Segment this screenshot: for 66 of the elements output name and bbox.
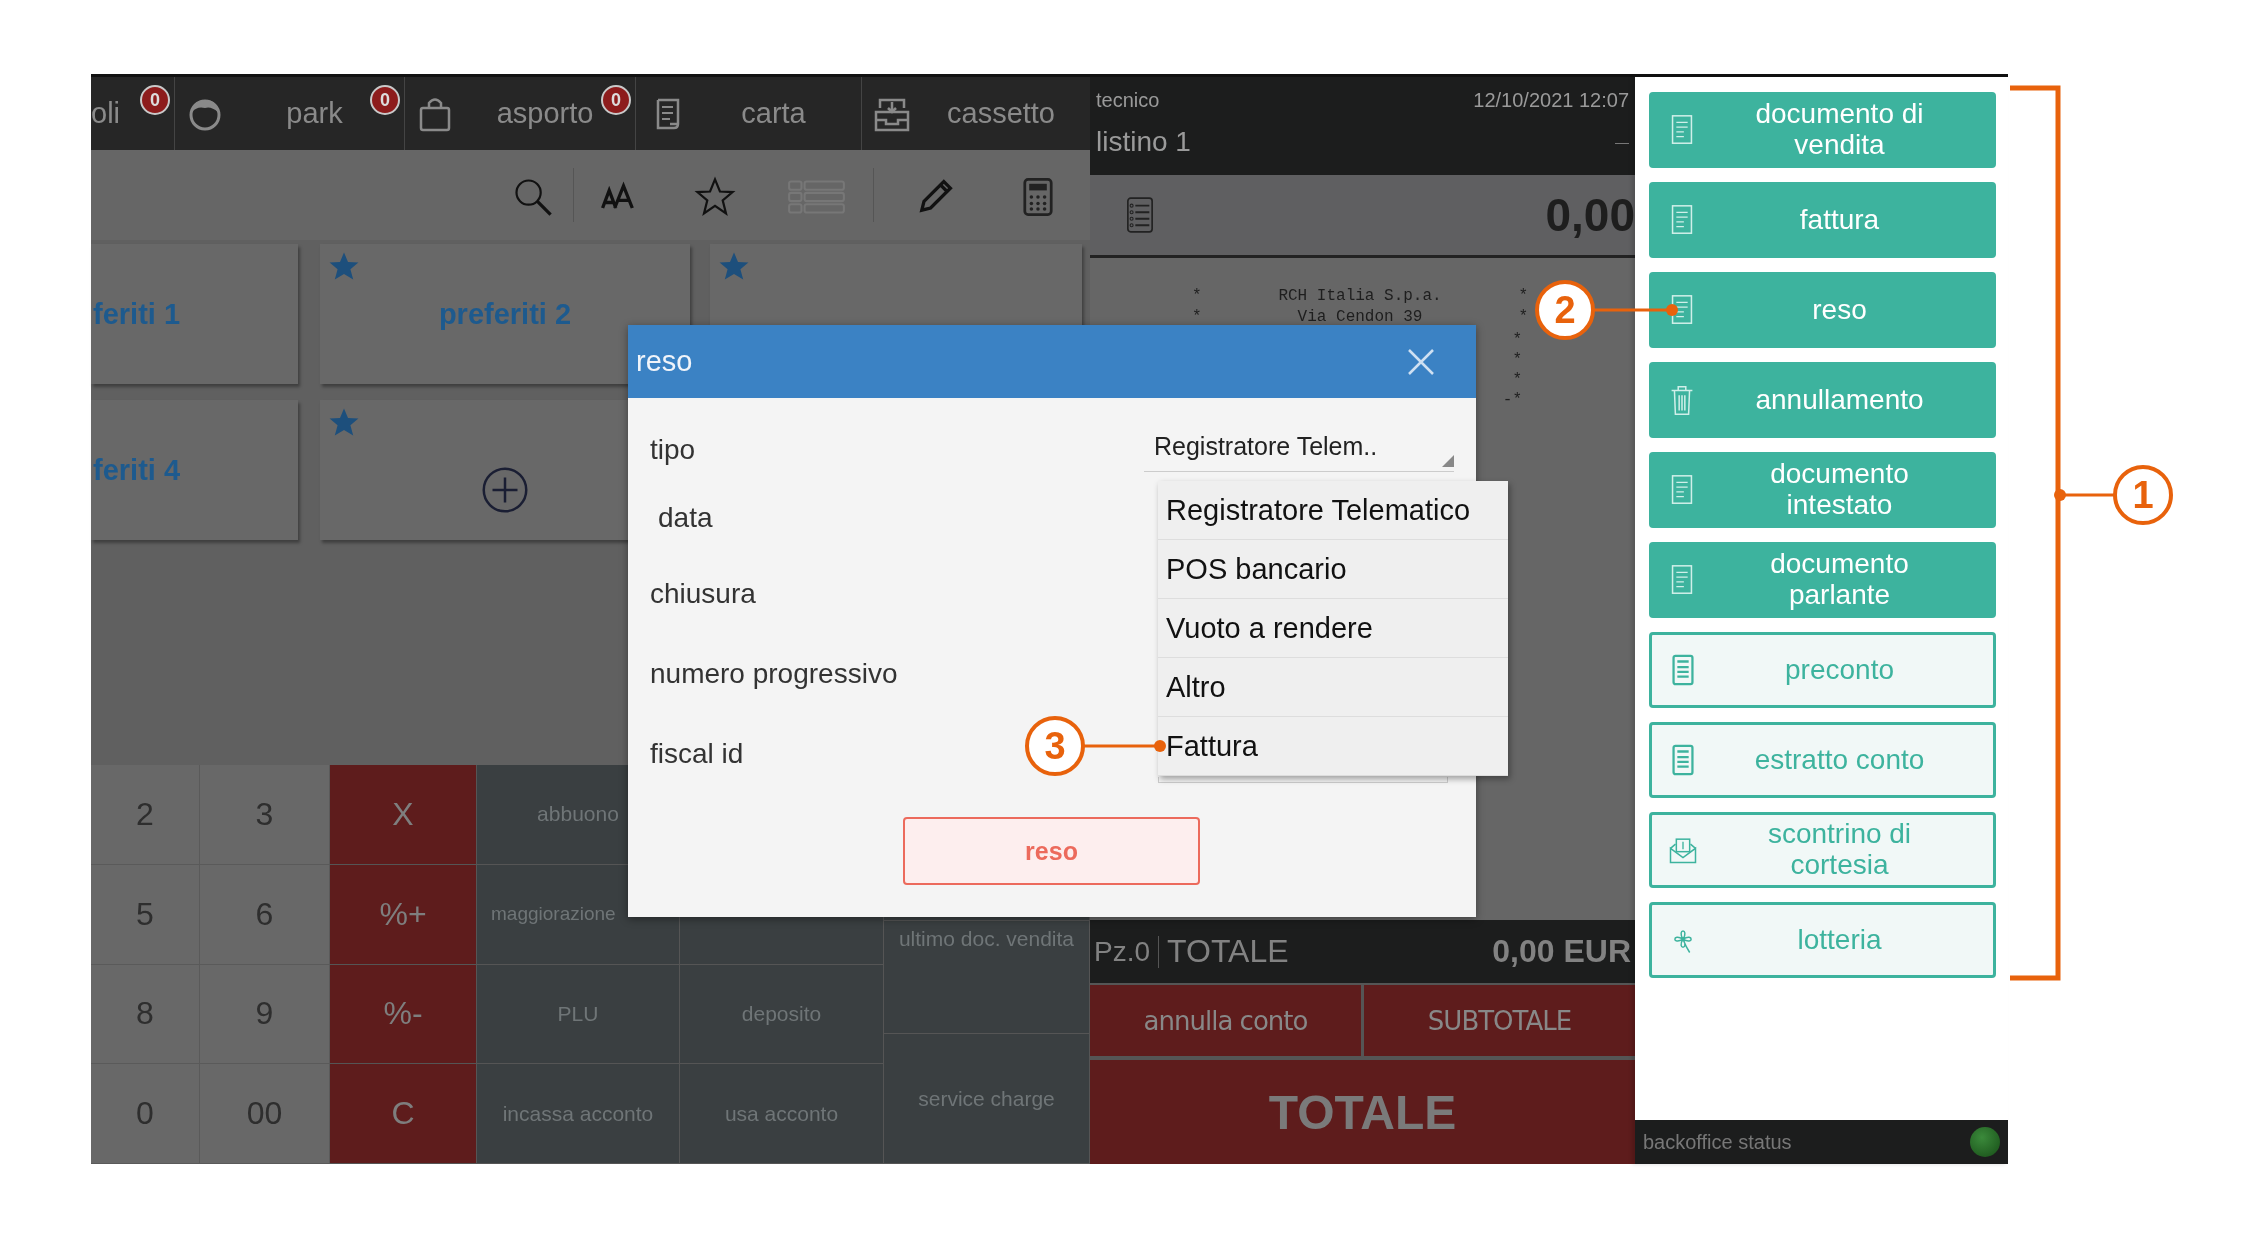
- star-icon[interactable]: [693, 175, 737, 219]
- keypad-key[interactable]: X: [330, 765, 477, 865]
- favorites-tile[interactable]: feriti 4: [91, 400, 298, 540]
- receipt-line: *: [1511, 350, 1522, 370]
- document-button[interactable]: documento di vendita: [1649, 92, 1996, 168]
- status-light: [1970, 1127, 2000, 1157]
- document-button[interactable]: estratto conto: [1649, 722, 1996, 798]
- dropdown-option[interactable]: Altro: [1158, 658, 1508, 717]
- keypad-key[interactable]: 9: [200, 964, 330, 1065]
- document-button[interactable]: preconto: [1649, 632, 1996, 708]
- receipt-line: *: [1511, 330, 1522, 350]
- receipt-line: -*: [1501, 390, 1522, 410]
- pieces-count: Pz.0: [1094, 935, 1160, 968]
- keypad-key[interactable]: 2: [91, 765, 200, 865]
- keypad-key[interactable]: 6: [200, 864, 330, 965]
- amount-value: 0,00: [1545, 188, 1635, 242]
- list-icon[interactable]: [1126, 196, 1154, 234]
- status-label: backoffice status: [1643, 1130, 1792, 1154]
- count-badge: 0: [140, 85, 170, 115]
- return-button[interactable]: reso: [903, 817, 1200, 885]
- document-button[interactable]: reso: [1649, 272, 1996, 348]
- dropdown-option[interactable]: Vuoto a rendere: [1158, 599, 1508, 658]
- keypad-key[interactable]: 5: [91, 864, 200, 965]
- type-select[interactable]: Registratore Telem..: [1144, 428, 1454, 472]
- count-badge: 0: [601, 85, 631, 115]
- receipt-line: * Via Cendon 39 *: [1192, 307, 1529, 328]
- keypad-key[interactable]: 3: [200, 765, 330, 865]
- keypad-key[interactable]: %+: [330, 864, 477, 965]
- user-name: tecnico: [1096, 89, 1160, 112]
- receipt-button[interactable]: annulla conto: [1090, 985, 1361, 1056]
- document-button[interactable]: fattura: [1649, 182, 1996, 258]
- keypad-key[interactable]: 00: [200, 1064, 330, 1164]
- keypad-key[interactable]: 8: [91, 964, 200, 1065]
- receipt-button[interactable]: SUBTOTALE: [1364, 985, 1635, 1056]
- close-icon[interactable]: [1406, 346, 1436, 377]
- add-icon: [480, 465, 530, 515]
- tile-label: feriti 1: [93, 297, 181, 331]
- document-button[interactable]: lotteria: [1649, 902, 1996, 978]
- keypad-key[interactable]: C: [330, 1064, 477, 1164]
- dropdown-option[interactable]: POS bancario: [1158, 540, 1508, 599]
- top-bar-button[interactable]: cassetto: [862, 77, 1090, 150]
- count-badge: 0: [370, 85, 400, 115]
- document-button[interactable]: scontrino di cortesia: [1649, 812, 1996, 888]
- field-label: chiusura: [650, 578, 756, 610]
- dialog-title: reso: [636, 345, 693, 378]
- total-label: TOTALE: [1167, 933, 1290, 970]
- tile-label: preferiti 2: [438, 297, 572, 331]
- keypad-key[interactable]: 0: [91, 1064, 200, 1164]
- fiscal-id-field[interactable]: [1158, 777, 1448, 783]
- total-button[interactable]: TOTALE: [1090, 1058, 1635, 1164]
- document-button[interactable]: documento intestato: [1649, 452, 1996, 528]
- price-list-mark: —: [1615, 134, 1629, 150]
- receipt-line: * RCH Italia S.p.a. *: [1192, 286, 1529, 307]
- date-time: 12/10/2021 12:07: [1473, 89, 1629, 112]
- favorites-tile[interactable]: feriti 1: [91, 244, 298, 384]
- field-label: tipo: [650, 434, 696, 466]
- document-button[interactable]: documento parlante: [1649, 542, 1996, 618]
- dropdown-option[interactable]: Registratore Telematico: [1158, 481, 1508, 540]
- field-label: data: [658, 502, 713, 534]
- receipt-line: *: [1511, 370, 1522, 390]
- price-list: listino 1: [1096, 126, 1191, 158]
- tile-label: feriti 4: [93, 453, 181, 487]
- document-button[interactable]: annullamento: [1649, 362, 1996, 438]
- keypad-key[interactable]: %-: [330, 964, 477, 1065]
- total-value: 0,00 EUR: [1492, 933, 1631, 970]
- field-label: numero progressivo: [650, 658, 898, 690]
